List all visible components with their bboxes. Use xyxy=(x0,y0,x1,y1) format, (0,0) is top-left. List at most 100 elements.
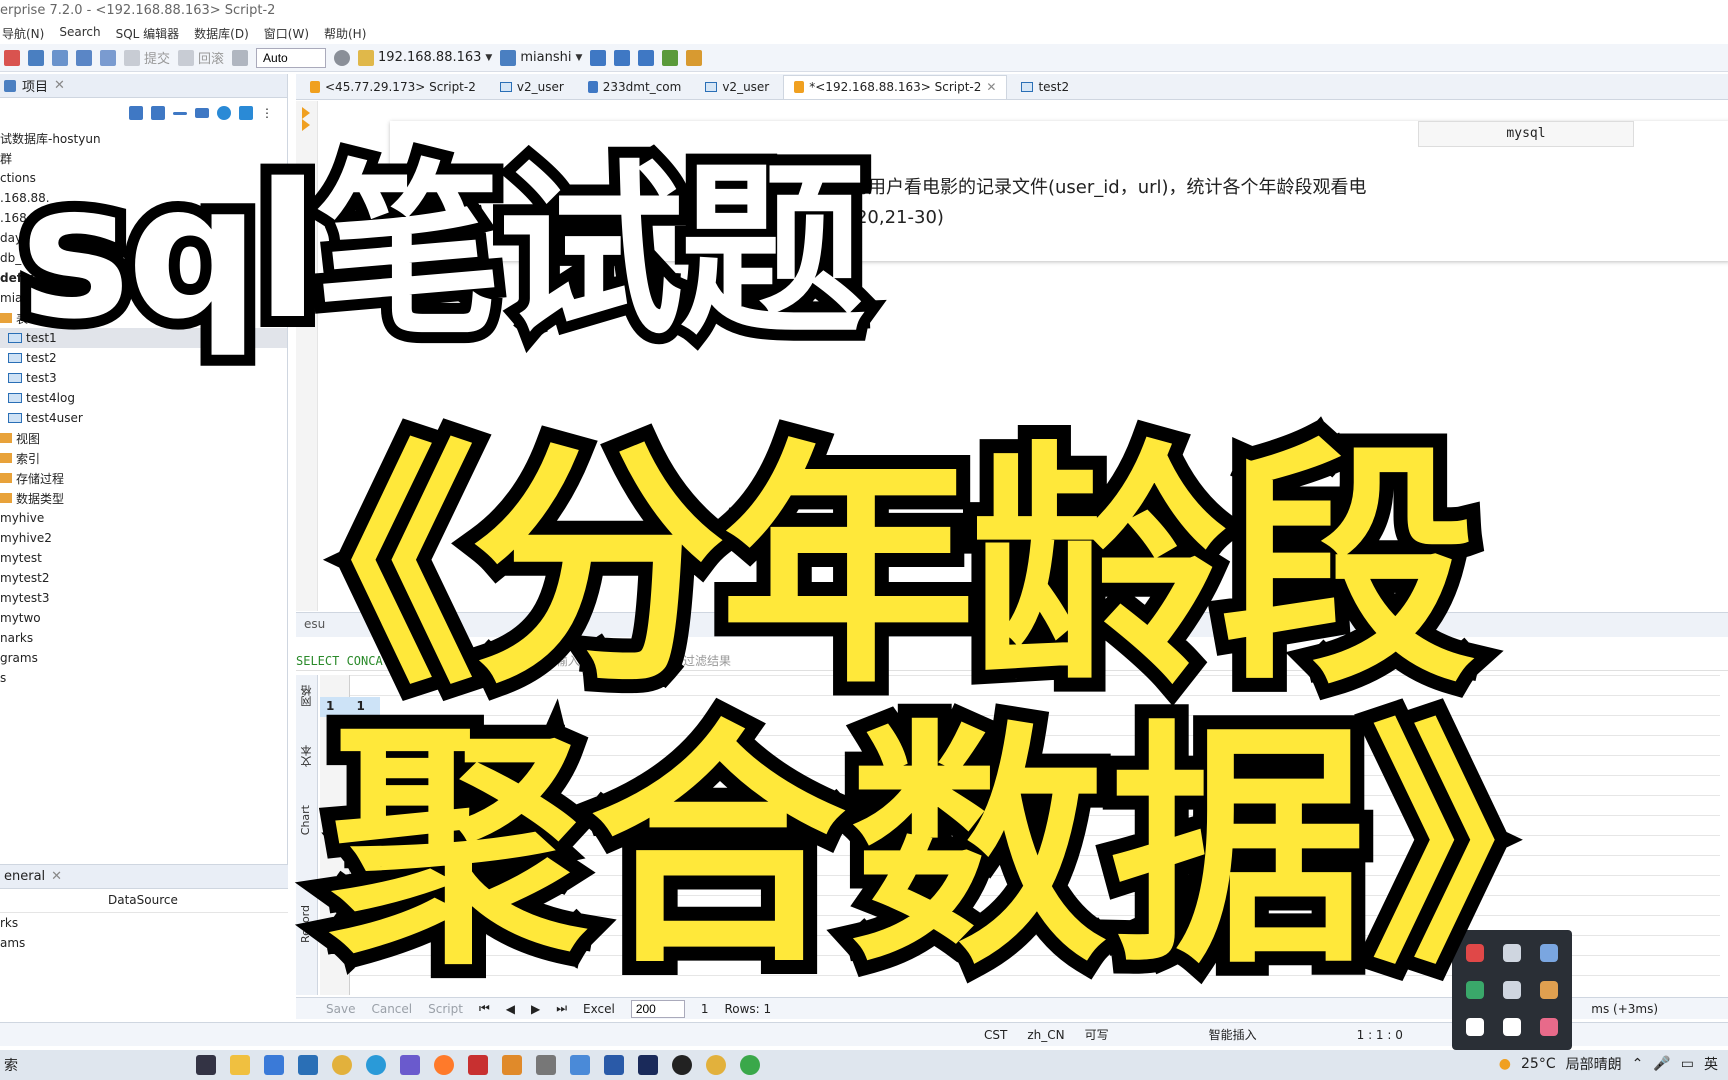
search-label[interactable]: 索 xyxy=(4,1055,18,1075)
tab-text[interactable]: 文本 xyxy=(299,745,315,767)
overlay-title-line1: sql笔试题 xyxy=(9,132,877,371)
app-icon[interactable] xyxy=(638,1055,658,1075)
mail-icon[interactable] xyxy=(298,1055,318,1075)
commit-mode-input[interactable] xyxy=(256,47,327,68)
tab-233dmt-com[interactable]: 233dmt_com xyxy=(578,75,692,99)
microphone-icon[interactable]: 🎤 xyxy=(1653,1056,1670,1072)
connection-icon xyxy=(358,49,375,66)
tab-chart[interactable]: Chart xyxy=(299,805,312,835)
taskbar: 索 ● 25°C 局部晴朗 ⌃ 🎤 ▭ 英 xyxy=(0,1050,1728,1080)
weather-icon: ● xyxy=(1498,1056,1511,1072)
menu-navigate[interactable]: 导航(N) xyxy=(2,25,44,44)
insert-mode: 智能插入 xyxy=(1208,1028,1257,1042)
chrome-icon[interactable] xyxy=(706,1055,726,1075)
ime-indicator[interactable]: 英 xyxy=(1704,1054,1718,1074)
app-icon[interactable] xyxy=(400,1055,420,1075)
menu-database[interactable]: 数据库(D) xyxy=(194,25,249,44)
script-icon xyxy=(310,80,320,93)
database-icon xyxy=(587,80,598,93)
system-tray: ● 25°C 局部晴朗 ⌃ 🎤 ▭ 英 xyxy=(1499,1054,1718,1074)
window-title: erprise 7.2.0 - <192.168.88.163> Script-… xyxy=(0,0,1728,22)
close-icon[interactable]: ✕ xyxy=(54,78,65,93)
dialect-tag: mysql xyxy=(1418,121,1634,147)
app-icon[interactable] xyxy=(672,1055,692,1075)
menu-help[interactable]: 帮助(H) xyxy=(324,25,366,44)
weather-temp[interactable]: 25°C xyxy=(1521,1056,1556,1072)
flower-icon[interactable] xyxy=(1539,1017,1558,1036)
execute-script-icon[interactable] xyxy=(52,49,68,66)
folder-icon xyxy=(0,433,12,443)
menu-window[interactable]: 窗口(W) xyxy=(264,25,309,44)
table-icon xyxy=(8,413,22,423)
writable-status: 可写 xyxy=(1084,1028,1109,1042)
general-panel: eneral ✕ DataSource rks ams xyxy=(0,864,288,1024)
weather-desc[interactable]: 局部晴朗 xyxy=(1566,1054,1622,1074)
menu-sql-editor[interactable]: SQL 编辑器 xyxy=(116,25,180,44)
tab-test2[interactable]: test2 xyxy=(1011,75,1079,99)
wechat-icon[interactable] xyxy=(740,1055,760,1075)
script-icon xyxy=(794,81,805,93)
tab-record[interactable]: Record xyxy=(299,905,312,943)
overlay-title-line3: 聚合数据》 xyxy=(316,686,1640,1012)
timezone: CST xyxy=(984,1027,1008,1042)
disconnect-icon[interactable] xyxy=(4,49,20,66)
rocket-icon[interactable] xyxy=(686,49,703,66)
database-selector[interactable]: mianshi ▼ xyxy=(500,49,583,66)
tab-v2-user[interactable]: v2_user xyxy=(490,75,574,99)
table-icon xyxy=(1021,81,1034,92)
chevron-up-icon[interactable]: ⌃ xyxy=(1632,1056,1644,1072)
commit-button[interactable]: 提交 xyxy=(124,48,170,67)
project-icon xyxy=(4,79,16,92)
app-icon[interactable] xyxy=(570,1055,590,1075)
cursor-position: 1 : 1 : 0 xyxy=(1356,1027,1403,1042)
close-icon[interactable]: ✕ xyxy=(51,869,62,884)
app-icon[interactable] xyxy=(536,1055,556,1075)
dbeaver-icon[interactable] xyxy=(502,1055,522,1075)
table-icon xyxy=(8,373,22,383)
firefox-icon[interactable] xyxy=(434,1055,454,1075)
chevron-down-icon: ▼ xyxy=(575,52,583,63)
sql-icon[interactable] xyxy=(614,49,631,66)
debug-icon[interactable] xyxy=(662,49,679,66)
task-view-icon[interactable] xyxy=(196,1055,216,1075)
app-icon[interactable] xyxy=(468,1055,488,1075)
folder-icon[interactable] xyxy=(230,1055,250,1075)
chrome-icon[interactable] xyxy=(332,1055,352,1075)
new-script-icon[interactable] xyxy=(100,49,116,66)
general-row[interactable]: rks xyxy=(0,913,288,933)
edge-icon[interactable] xyxy=(366,1055,386,1075)
menu-search[interactable]: Search xyxy=(59,25,100,44)
tools-icon[interactable] xyxy=(638,49,655,66)
commit-icon xyxy=(124,49,140,66)
history-icon[interactable] xyxy=(334,49,351,66)
app-icon[interactable] xyxy=(1466,1017,1485,1036)
folder-icon xyxy=(0,493,12,503)
general-column-header: DataSource xyxy=(0,889,288,913)
general-row[interactable]: ams xyxy=(0,933,288,953)
database-icon xyxy=(500,49,517,66)
explain-icon[interactable] xyxy=(76,49,92,66)
close-icon[interactable]: ✕ xyxy=(986,80,996,94)
menu-bar: 导航(N) Search SQL 编辑器 数据库(D) 窗口(W) 帮助(H) xyxy=(0,22,1728,44)
general-panel-header: eneral ✕ xyxy=(0,865,288,889)
connection-selector[interactable]: 192.168.88.163 ▼ xyxy=(358,49,493,66)
main-toolbar: 提交 回滚 192.168.88.163▼ mianshi▼ xyxy=(0,44,1728,72)
editor-tabs: <45.77.29.173> Script-2 v2_user 233dmt_c… xyxy=(296,74,1728,100)
chevron-down-icon: ▼ xyxy=(485,52,493,63)
execute-icon[interactable] xyxy=(28,49,44,66)
folder-icon xyxy=(0,313,12,323)
store-icon[interactable] xyxy=(264,1055,284,1075)
remote-desktop-icon[interactable] xyxy=(604,1055,624,1075)
grid-icon[interactable] xyxy=(1502,1017,1521,1036)
project-panel-header: 项目 ✕ xyxy=(0,74,287,98)
dashboard-icon[interactable] xyxy=(590,49,607,66)
table-icon xyxy=(499,81,512,92)
folder-icon xyxy=(0,453,12,463)
tab-v2-user-2[interactable]: v2_user xyxy=(695,75,779,99)
rollback-button[interactable]: 回滚 xyxy=(178,48,224,67)
network-icon[interactable]: ▭ xyxy=(1681,1056,1694,1072)
tab-script-remote[interactable]: <45.77.29.173> Script-2 xyxy=(300,75,486,99)
tab-script-2[interactable]: *<192.168.88.163> Script-2 ✕ xyxy=(783,74,1008,99)
table-icon xyxy=(8,393,22,403)
transaction-mode-icon[interactable] xyxy=(232,49,249,66)
